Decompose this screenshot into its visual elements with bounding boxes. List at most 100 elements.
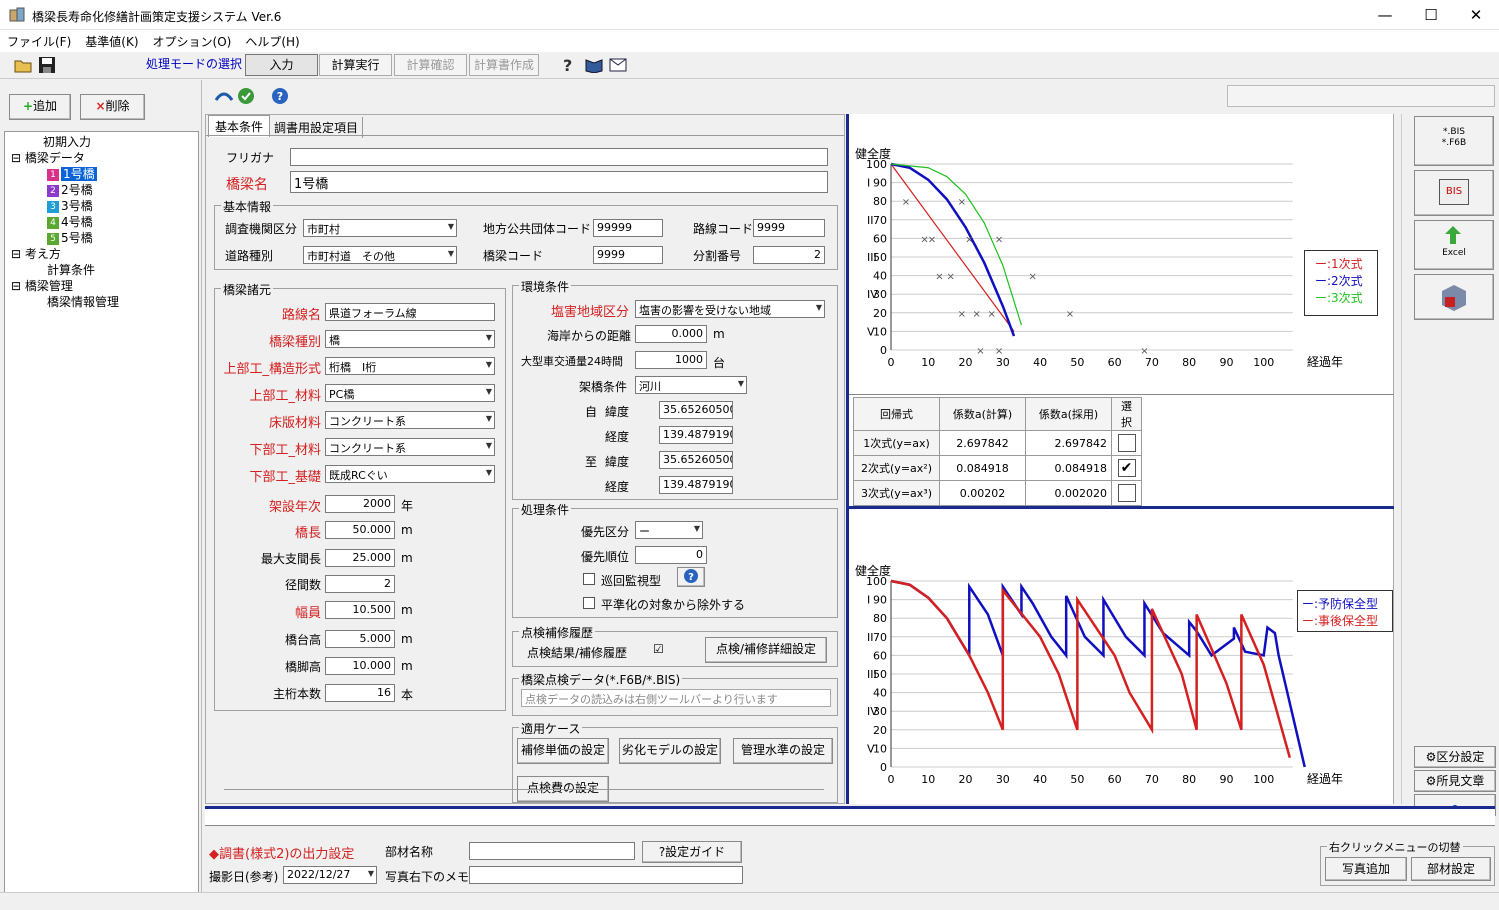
spec-value[interactable]: 橋 <box>325 330 495 348</box>
to-lat-input[interactable]: 35.652605000 <box>659 451 733 469</box>
from-lat-input[interactable]: 35.652605000 <box>659 401 733 419</box>
maximize-button[interactable]: ☐ <box>1408 0 1454 30</box>
route-code-input[interactable]: 9999 <box>753 219 825 237</box>
tree-bridge-1[interactable]: 1 1号橋 <box>47 166 97 182</box>
delete-button[interactable]: ×削除 <box>80 94 145 120</box>
deterioration-button[interactable]: 劣化モデルの設定 <box>619 738 721 764</box>
spec-num-input[interactable]: 10.000 <box>325 657 395 675</box>
shoot-date-select[interactable]: 2022/12/27 <box>283 866 377 884</box>
salt-select[interactable]: 塩害の影響を受けない地域 <box>635 300 825 318</box>
check-icon[interactable] <box>237 87 255 105</box>
bis-button[interactable]: BIS <box>1414 170 1494 216</box>
tree-bridge-4[interactable]: 4 4号橋 <box>47 214 93 230</box>
mail-icon[interactable] <box>609 58 627 72</box>
bridge-code-input[interactable]: 9999 <box>593 246 663 264</box>
spec-value[interactable]: コンクリート系 <box>325 438 495 456</box>
coef-adopt[interactable]: 0.002020 <box>1025 480 1112 506</box>
coef-select-checkbox[interactable] <box>1111 480 1142 506</box>
coef-select-checkbox[interactable] <box>1111 430 1142 456</box>
bridge-icon[interactable] <box>215 88 233 104</box>
spec-num-input[interactable]: 5.000 <box>325 630 395 648</box>
bridge-4-label: 4号橋 <box>61 215 93 229</box>
spec-num-input[interactable]: 2000 <box>325 495 395 513</box>
calc-run-button[interactable]: 計算実行 <box>319 54 392 76</box>
tree-calc-cond[interactable]: 計算条件 <box>47 262 95 278</box>
priority-select[interactable]: ー <box>635 521 703 539</box>
member-setting-button[interactable]: 部材設定 <box>1411 857 1491 881</box>
spec-value[interactable]: コンクリート系 <box>325 411 495 429</box>
road-select[interactable]: 市町村道 その他 <box>303 246 457 264</box>
from-lon-input[interactable]: 139.487919000 <box>659 426 733 444</box>
cross-select[interactable]: 河川 <box>635 376 747 394</box>
book-icon[interactable] <box>585 57 603 73</box>
spec-value[interactable]: 県道フォーラム線 <box>325 303 495 321</box>
agency-select[interactable]: 市町村 <box>303 219 457 237</box>
coef-select-checkbox[interactable]: ✔ <box>1111 455 1142 481</box>
report-create-button[interactable]: 計算書作成 <box>469 54 539 76</box>
bis-f6b-import-button[interactable]: *.BIS *.F6B <box>1414 116 1494 166</box>
tree-bridge-mgmt[interactable]: ⊟ 橋梁管理 <box>11 278 73 294</box>
history-checkbox[interactable]: ☑ <box>653 642 664 656</box>
help-icon[interactable]: ? <box>563 56 572 75</box>
patrol-checkbox[interactable] <box>583 573 595 585</box>
div-input[interactable]: 2 <box>753 246 825 264</box>
exclude-checkbox[interactable] <box>583 597 595 609</box>
minimize-button[interactable]: — <box>1362 0 1408 30</box>
spec-num-input[interactable]: 2 <box>325 575 395 593</box>
member-name-input[interactable] <box>469 842 635 860</box>
close-button[interactable]: ✕ <box>1453 0 1499 30</box>
title-bar: 橋梁長寿命化修繕計画策定支援システム Ver.6 — ☐ ✕ <box>0 0 1499 30</box>
menu-help[interactable]: ヘルプ(H) <box>238 30 306 53</box>
rank-label: II <box>867 631 874 644</box>
tab-basic[interactable]: 基本条件 <box>208 115 271 137</box>
coast-input[interactable]: 0.000 <box>635 325 707 343</box>
tree-bridge-3[interactable]: 3 3号橋 <box>47 198 93 214</box>
tree-thinking[interactable]: ⊟ 考え方 <box>11 246 61 262</box>
spec-num-input[interactable]: 25.000 <box>325 549 395 567</box>
patrol-help-button[interactable]: ? <box>677 567 705 587</box>
calc-confirm-button[interactable]: 計算確認 <box>394 54 467 76</box>
menu-option[interactable]: オプション(O) <box>146 30 239 53</box>
save-icon[interactable] <box>38 56 56 74</box>
help-circle-icon[interactable]: ? <box>271 87 289 105</box>
tree-initial[interactable]: 初期入力 <box>43 134 91 150</box>
spec-num-input[interactable]: 50.000 <box>325 521 395 539</box>
delete-label: 削除 <box>105 99 130 113</box>
lg-code-input[interactable]: 99999 <box>593 219 663 237</box>
setting-guide-button[interactable]: ?設定ガイド <box>642 841 742 863</box>
h-scrollbar[interactable] <box>224 789 824 803</box>
env-title: 環境条件 <box>519 278 572 295</box>
traffic-input[interactable]: 1000 <box>635 351 707 369</box>
tree-bridge-info[interactable]: 橋梁情報管理 <box>47 294 119 310</box>
menu-standard[interactable]: 基準値(K) <box>78 30 145 53</box>
inspection-detail-button[interactable]: 点検/補修詳細設定 <box>705 637 827 663</box>
spec-num-input[interactable]: 10.500 <box>325 601 395 619</box>
bridge-name-input[interactable]: 1号橋 <box>290 171 828 193</box>
photo-memo-input[interactable] <box>469 866 743 884</box>
x-tick-label: 60 <box>1108 773 1122 786</box>
v-scrollbar[interactable] <box>1401 114 1409 804</box>
menu-file[interactable]: ファイル(F) <box>0 30 78 53</box>
cube-3d-button[interactable] <box>1414 274 1494 320</box>
input-mode-button[interactable]: 入力 <box>245 54 318 76</box>
x-tick-label: 90 <box>1219 773 1233 786</box>
findings-button[interactable]: ⚙所見文章 <box>1414 770 1496 792</box>
spec-value[interactable]: PC橋 <box>325 384 495 402</box>
tree-bridge-2[interactable]: 2 2号橋 <box>47 182 93 198</box>
add-photo-button[interactable]: 写真追加 <box>1325 857 1407 881</box>
add-button[interactable]: +追加 <box>9 94 71 120</box>
spec-value[interactable]: 桁橋 I桁 <box>325 357 495 375</box>
order-input[interactable]: 0 <box>635 546 707 564</box>
unit-price-button[interactable]: 補修単価の設定 <box>517 738 609 764</box>
spec-num-input[interactable]: 16 <box>325 684 395 702</box>
coef-adopt[interactable]: 0.084918 <box>1025 455 1112 481</box>
open-folder-icon[interactable] <box>14 56 34 74</box>
coef-adopt[interactable]: 2.697842 <box>1025 430 1112 456</box>
mgmt-level-button[interactable]: 管理水準の設定 <box>733 738 833 764</box>
furigana-input[interactable] <box>290 148 828 166</box>
class-setting-button[interactable]: ⚙区分設定 <box>1414 746 1496 768</box>
to-lon-input[interactable]: 139.487919000 <box>659 476 733 494</box>
tree-bridge-5[interactable]: 5 5号橋 <box>47 230 93 246</box>
tree-bridge-data[interactable]: ⊟ 橋梁データ <box>11 150 85 166</box>
spec-value[interactable]: 既成RCぐい <box>325 465 495 483</box>
